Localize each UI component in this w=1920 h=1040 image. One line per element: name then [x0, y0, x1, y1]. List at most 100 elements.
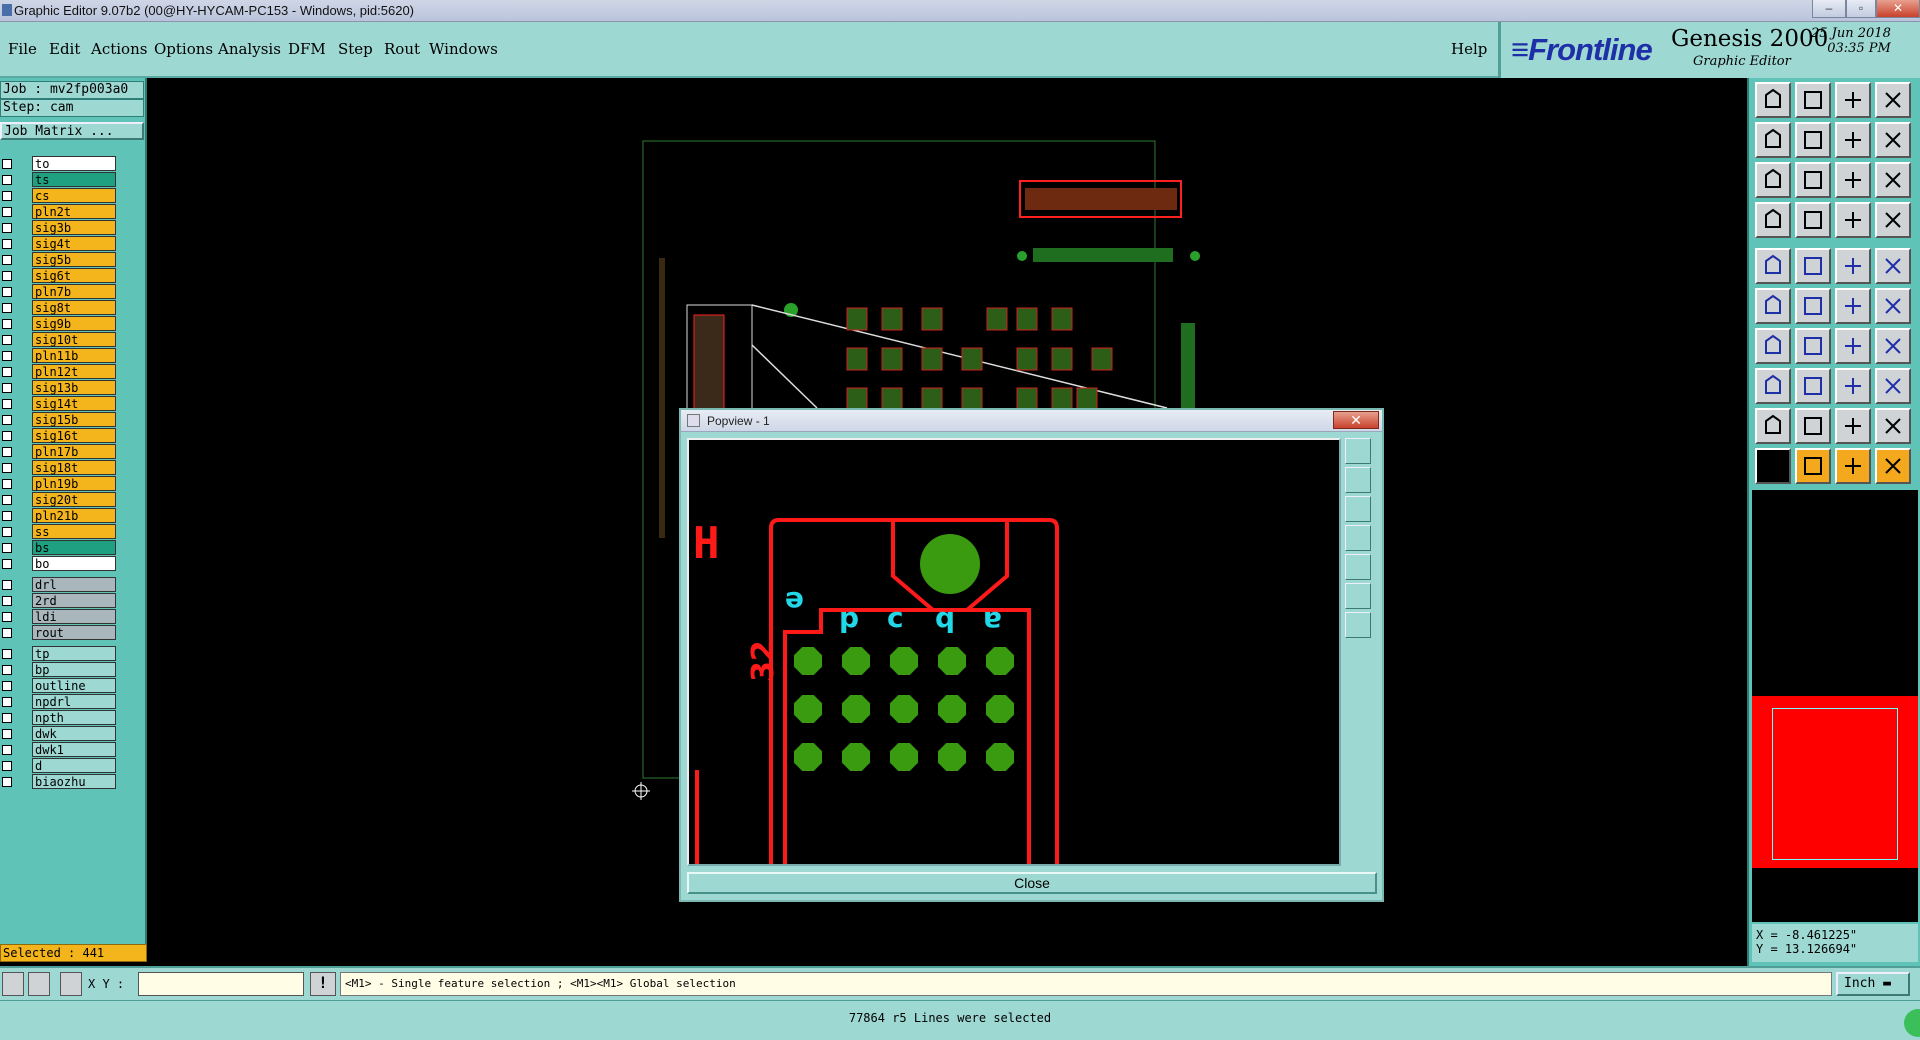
- zoom-home-icon[interactable]: [1795, 162, 1831, 198]
- layer-name[interactable]: sig14t: [32, 396, 116, 411]
- layer-name[interactable]: ss: [32, 524, 116, 539]
- popview-tool-4[interactable]: [1345, 525, 1371, 551]
- layer-checkbox[interactable]: [2, 207, 12, 217]
- draw-line2-icon[interactable]: [1795, 328, 1831, 364]
- node-icon[interactable]: [1755, 288, 1791, 324]
- surface2-icon[interactable]: [1795, 408, 1831, 444]
- layer-row-sig15b[interactable]: sig15b: [0, 412, 118, 427]
- popview-tool-3[interactable]: [1345, 496, 1371, 522]
- menu-file[interactable]: File: [8, 40, 37, 58]
- copy-node-icon[interactable]: [1875, 288, 1911, 324]
- layer-name[interactable]: sig6t: [32, 268, 116, 283]
- popview-close-button[interactable]: Close: [687, 872, 1377, 894]
- layer-row-bs[interactable]: bs: [0, 540, 118, 555]
- layer-row-drl[interactable]: drl: [0, 577, 118, 592]
- redo-icon[interactable]: [1795, 122, 1831, 158]
- layer-name[interactable]: sig18t: [32, 460, 116, 475]
- ruler-icon[interactable]: [1835, 248, 1871, 284]
- layer-checkbox[interactable]: [2, 175, 12, 185]
- popview-zoom-fit-tool[interactable]: [1345, 583, 1371, 609]
- menu-help[interactable]: Help: [1451, 40, 1487, 58]
- layer-checkbox[interactable]: [2, 511, 12, 521]
- select-window-icon[interactable]: [1875, 448, 1911, 484]
- layer-row-pln17b[interactable]: pln17b: [0, 444, 118, 459]
- layer-name[interactable]: to: [32, 156, 116, 171]
- open-job-icon[interactable]: [1755, 82, 1791, 118]
- layer-name[interactable]: sig4t: [32, 236, 116, 251]
- layer-row-sig5b[interactable]: sig5b: [0, 252, 118, 267]
- layer-name[interactable]: pln17b: [32, 444, 116, 459]
- layer-name[interactable]: d: [32, 758, 116, 773]
- layer-checkbox[interactable]: [2, 681, 12, 691]
- layer-checkbox[interactable]: [2, 580, 12, 590]
- delete-icon[interactable]: [1795, 288, 1831, 324]
- layer-row-pln11b[interactable]: pln11b: [0, 348, 118, 363]
- undo-icon[interactable]: [1755, 122, 1791, 158]
- draw-line-icon[interactable]: [1755, 328, 1791, 364]
- layer-checkbox[interactable]: [2, 665, 12, 675]
- layer-name[interactable]: 2rd: [32, 593, 116, 608]
- layer-row-d[interactable]: d: [0, 758, 118, 773]
- layer-row-cs[interactable]: cs: [0, 188, 118, 203]
- navigator-view[interactable]: [1752, 490, 1918, 922]
- layer-name[interactable]: tp: [32, 646, 116, 661]
- layer-checkbox[interactable]: [2, 713, 12, 723]
- layer-name[interactable]: sig3b: [32, 220, 116, 235]
- layer-name[interactable]: pln19b: [32, 476, 116, 491]
- layer-row-tp[interactable]: tp: [0, 646, 118, 661]
- surface4-icon[interactable]: [1875, 408, 1911, 444]
- layer-name[interactable]: pln12t: [32, 364, 116, 379]
- layer-name[interactable]: bs: [32, 540, 116, 555]
- layer-name[interactable]: npth: [32, 710, 116, 725]
- layer-row-dwk[interactable]: dwk: [0, 726, 118, 741]
- minimize-button[interactable]: –: [1812, 0, 1846, 18]
- pad-edit-icon[interactable]: [1755, 368, 1791, 404]
- layer-name[interactable]: pln11b: [32, 348, 116, 363]
- layer-checkbox[interactable]: [2, 543, 12, 553]
- layer-row-ldi[interactable]: ldi: [0, 609, 118, 624]
- select-single-icon[interactable]: [1795, 448, 1831, 484]
- layer-row-bo[interactable]: bo: [0, 556, 118, 571]
- measure-tool-icon[interactable]: [28, 972, 50, 996]
- layer-name[interactable]: sig20t: [32, 492, 116, 507]
- layer-name[interactable]: ts: [32, 172, 116, 187]
- home-icon[interactable]: [1835, 82, 1871, 118]
- scale-icon[interactable]: [1835, 162, 1871, 198]
- menu-rout[interactable]: Rout: [384, 40, 420, 58]
- layer-row-rout[interactable]: rout: [0, 625, 118, 640]
- layer-name[interactable]: biaozhu: [32, 774, 116, 789]
- move-node-icon[interactable]: [1835, 288, 1871, 324]
- net-icon[interactable]: [1835, 202, 1871, 238]
- layer-checkbox[interactable]: [2, 761, 12, 771]
- layer-row-pln21b[interactable]: pln21b: [0, 508, 118, 523]
- layer-row-sig16t[interactable]: sig16t: [0, 428, 118, 443]
- layer-name[interactable]: bp: [32, 662, 116, 677]
- layer-checkbox[interactable]: [2, 729, 12, 739]
- layer-row-biaozhu[interactable]: biaozhu: [0, 774, 118, 789]
- circle-pad-icon[interactable]: [1875, 248, 1911, 284]
- info-icon[interactable]: !: [310, 972, 336, 996]
- layer-row-sig8t[interactable]: sig8t: [0, 300, 118, 315]
- layer-row-2rd[interactable]: 2rd: [0, 593, 118, 608]
- layer-name[interactable]: cs: [32, 188, 116, 203]
- layer-checkbox[interactable]: [2, 335, 12, 345]
- line-add-icon[interactable]: [1795, 248, 1831, 284]
- popview-tool-2[interactable]: [1345, 467, 1371, 493]
- navigator-viewport[interactable]: [1772, 708, 1898, 860]
- menu-dfm[interactable]: DFM: [288, 40, 326, 58]
- layer-row-pln7b[interactable]: pln7b: [0, 284, 118, 299]
- polygon-icon[interactable]: [1875, 368, 1911, 404]
- layer-checkbox[interactable]: [2, 383, 12, 393]
- net-select-icon[interactable]: [1875, 202, 1911, 238]
- layer-checkbox[interactable]: [2, 239, 12, 249]
- layer-row-sig4t[interactable]: sig4t: [0, 236, 118, 251]
- layer-checkbox[interactable]: [2, 479, 12, 489]
- menu-step[interactable]: Step: [338, 40, 373, 58]
- layer-name[interactable]: rout: [32, 625, 116, 640]
- layer-checkbox[interactable]: [2, 628, 12, 638]
- layer-checkbox[interactable]: [2, 777, 12, 787]
- layer-row-sig20t[interactable]: sig20t: [0, 492, 118, 507]
- layer-checkbox[interactable]: [2, 447, 12, 457]
- layer-name[interactable]: sig8t: [32, 300, 116, 315]
- layer-checkbox[interactable]: [2, 495, 12, 505]
